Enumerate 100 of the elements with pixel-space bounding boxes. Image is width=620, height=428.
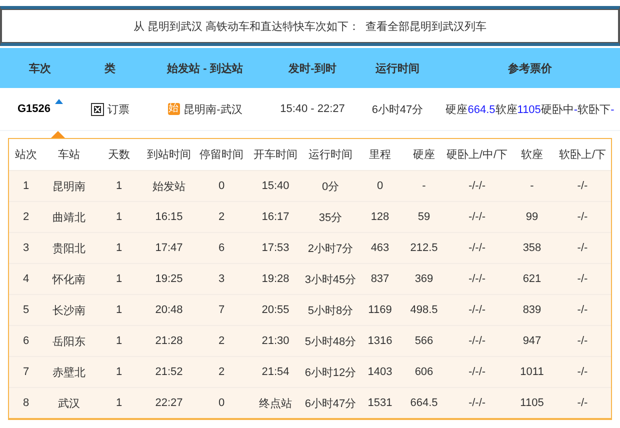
column-header: 软座 — [520, 148, 544, 162]
table-cell-text: -/-/- — [467, 397, 487, 409]
table-cell-text: 22:27 — [154, 397, 184, 409]
table-cell-text: -/- — [576, 273, 589, 285]
table-cell-text: 武汉 — [57, 396, 81, 410]
table-cell-text: 358 — [522, 242, 542, 254]
column-header: 硬卧上/中/下 — [446, 148, 508, 162]
table-cell-text: 昆明南 — [52, 180, 86, 194]
table-cell-text: 463 — [370, 242, 390, 254]
table-cell-text: 2 — [217, 366, 226, 378]
column-header: 发时-到时 — [287, 62, 338, 76]
banner-text: 从 昆明到武汉 高铁动车和直达特快车次如下： — [133, 20, 360, 34]
table-cell-text: 6 — [22, 335, 30, 347]
pointer-icon — [51, 131, 65, 138]
table-cell-text: 947 — [522, 335, 542, 347]
table-cell-text: 5小时8分 — [306, 304, 354, 318]
column-header: 车站 — [57, 148, 81, 162]
table-cell-text: - — [529, 180, 535, 192]
table-cell-text: 21:52 — [154, 366, 184, 378]
table-cell-text: 128 — [370, 211, 390, 223]
table-cell-text: 17:53 — [260, 242, 290, 254]
column-header: 软卧上/下 — [558, 148, 608, 162]
origin-badge: 始 — [168, 103, 180, 115]
table-cell-text: 8 — [22, 397, 30, 409]
table-cell-text: 498.5 — [409, 304, 439, 316]
table-cell-text: 1531 — [366, 397, 394, 409]
table-cell-text: -/- — [576, 211, 589, 223]
table-cell-text: -/- — [576, 397, 589, 409]
book-link[interactable]: 订票 — [108, 102, 130, 116]
table-cell-text: 2 — [217, 335, 226, 347]
column-header: 站次 — [14, 148, 38, 162]
table-cell-text: 837 — [370, 273, 390, 285]
column-header: 参考票价 — [507, 62, 553, 76]
table-cell-text: -/-/- — [467, 242, 487, 254]
table-cell-text: 6小时12分 — [304, 366, 358, 380]
table-cell-text: 0 — [217, 180, 226, 192]
table-cell-text: 2 — [22, 211, 30, 223]
table-cell-text: 6 — [217, 242, 226, 254]
table-cell-text: 99 — [524, 211, 540, 223]
column-header: 始发站 - 到达站 — [166, 62, 244, 76]
table-cell-text: 0 — [217, 397, 226, 409]
table-cell-text: 21:54 — [260, 366, 290, 378]
table-cell-text: -/-/- — [467, 366, 487, 378]
table-cell-text: 5小时48分 — [304, 334, 358, 348]
table-cell-text: -/-/- — [467, 180, 487, 192]
table-cell-text: -/- — [576, 366, 589, 378]
table-cell-text: 终点站 — [258, 396, 293, 410]
duration-text: 6小时47分 — [372, 102, 424, 116]
column-header: 天数 — [107, 148, 131, 162]
ticket-icon[interactable] — [90, 102, 104, 116]
table-cell-text: 19:25 — [154, 273, 184, 285]
table-cell-text: 1105 — [519, 397, 545, 409]
column-header: 硬座 — [412, 148, 436, 162]
table-cell-text: 20:48 — [154, 304, 184, 316]
table-cell-text: 6小时47分 — [304, 396, 358, 410]
table-cell-text: 7 — [217, 304, 226, 316]
column-header: 到站时间 — [146, 148, 192, 162]
caret-icon[interactable] — [54, 99, 63, 104]
table-cell-text: -/-/- — [467, 273, 487, 285]
table-cell-text: 2 — [217, 211, 226, 223]
table-cell-text: 16:17 — [260, 211, 290, 223]
all-trains-link[interactable]: 查看全部昆明到武汉列车 — [366, 18, 487, 34]
train-number-link[interactable]: G1526 — [17, 103, 51, 115]
table-cell-text: 1 — [114, 242, 124, 254]
table-cell-text: 1316 — [366, 335, 394, 347]
column-header: 车次 — [28, 62, 52, 76]
table-cell-text: -/-/- — [467, 304, 487, 316]
table-cell-text: 1 — [114, 304, 124, 316]
table-cell-text: 始发站 — [152, 180, 186, 194]
table-cell-text: 4 — [22, 273, 30, 285]
table-cell-text: 怀化南 — [51, 272, 86, 286]
column-header: 运行时间 — [308, 148, 354, 162]
column-header: 运行时间 — [374, 62, 420, 76]
table-cell-text: 曲靖北 — [52, 210, 86, 224]
table-cell-text: 1 — [114, 180, 124, 192]
table-cell-text: 1 — [114, 335, 124, 347]
table-cell-text: 1403 — [366, 366, 394, 378]
table-cell-text: 606 — [414, 366, 434, 378]
table-cell-text: 1 — [114, 273, 124, 285]
table-cell-text: 赤壁北 — [52, 366, 86, 380]
table-cell-text: 3 — [22, 242, 30, 254]
times-text: 15:40 - 22:27 — [280, 103, 345, 115]
table-cell-text: - — [421, 180, 427, 192]
table-cell-text: 1 — [114, 397, 124, 409]
table-cell-text: 59 — [416, 211, 432, 223]
table-cell-text: 1011 — [519, 366, 545, 378]
table-cell-text: 621 — [522, 273, 542, 285]
table-cell-text: 369 — [414, 273, 434, 285]
table-cell-text: 1 — [114, 211, 124, 223]
table-cell-text: 贵阳北 — [52, 242, 86, 256]
route-text: 昆明南-武汉 — [184, 102, 242, 116]
table-cell-text: 长沙南 — [52, 304, 86, 318]
table-cell-text: 0分 — [320, 180, 340, 194]
table-cell-text: 664.5 — [409, 397, 439, 409]
table-cell-text: -/-/- — [467, 211, 487, 223]
table-cell-text: 1169 — [367, 304, 393, 316]
table-cell-text: 21:28 — [154, 335, 184, 347]
table-cell-text: -/-/- — [467, 335, 487, 347]
table-cell-text: -/- — [576, 335, 589, 347]
table-cell-text: 17:47 — [154, 242, 184, 254]
